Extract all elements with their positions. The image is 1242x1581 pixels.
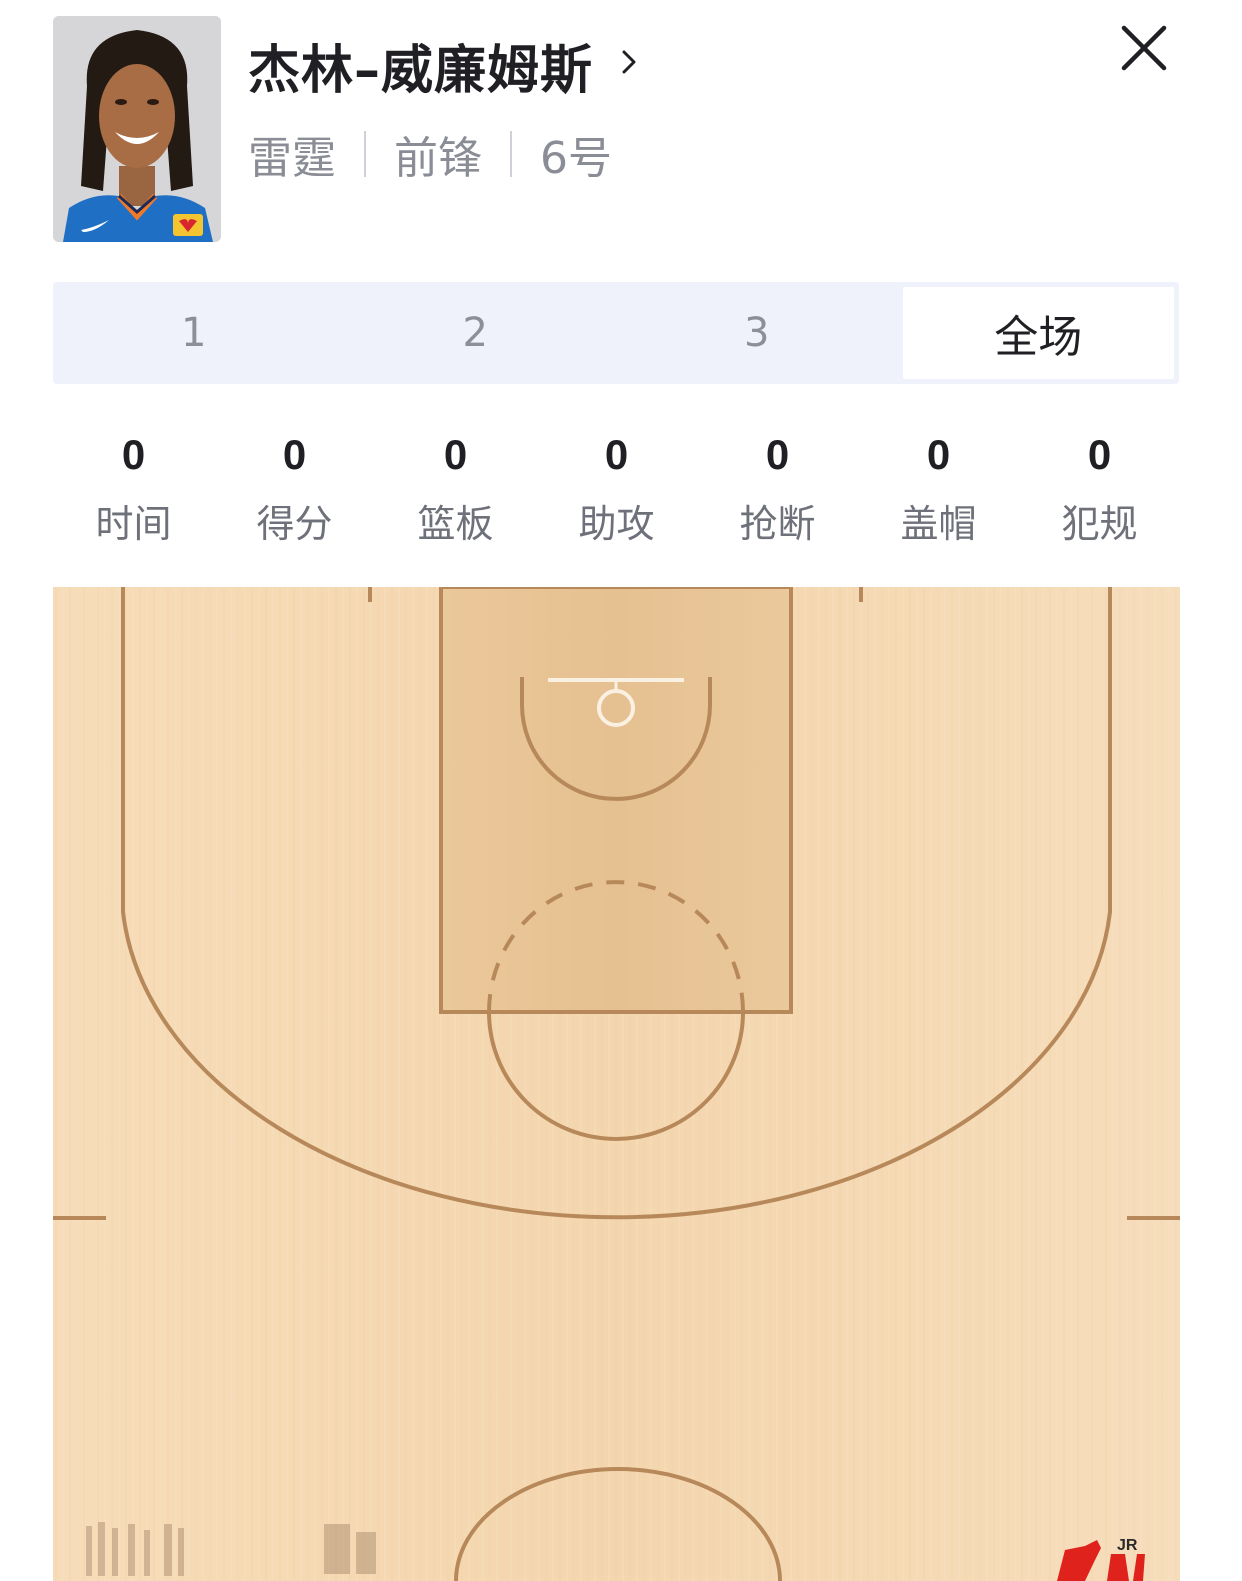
jr-watermark-logo: JR	[1057, 1537, 1145, 1581]
stat-value: 0	[443, 431, 468, 478]
stat-steals: 0 抢断	[697, 425, 858, 548]
close-icon[interactable]	[1118, 22, 1170, 74]
stat-rebounds: 0 篮板	[375, 425, 536, 548]
stat-assists: 0 助攻	[536, 425, 697, 548]
stat-label: 篮板	[417, 502, 494, 546]
stat-label: 盖帽	[900, 502, 977, 546]
stat-value: 0	[282, 431, 307, 478]
jersey-number: 6号	[540, 133, 612, 184]
stat-value: 0	[604, 431, 629, 478]
tab-period-1[interactable]: 1	[58, 287, 330, 379]
stat-value: 0	[926, 431, 951, 478]
team-label: 雷霆	[248, 133, 336, 184]
stat-label: 得分	[256, 502, 333, 546]
stat-fouls: 0 犯规	[1019, 425, 1180, 548]
stat-points: 0 得分	[214, 425, 375, 548]
blurred-overlay	[86, 1522, 376, 1576]
tab-period-3[interactable]: 3	[621, 287, 893, 379]
stat-label: 时间	[95, 502, 172, 546]
svg-text:JR: JR	[1117, 1537, 1138, 1554]
player-name[interactable]: 杰林–威廉姆斯	[248, 28, 593, 103]
stat-blocks: 0 盖帽	[858, 425, 1019, 548]
stat-value: 0	[765, 431, 790, 478]
divider	[510, 131, 512, 177]
stat-time: 0 时间	[53, 425, 214, 548]
player-meta: 雷霆 前锋 6号	[248, 128, 612, 184]
stat-label: 抢断	[739, 502, 816, 546]
stat-value: 0	[121, 431, 146, 478]
tab-period-2[interactable]: 2	[340, 287, 612, 379]
stat-label: 犯规	[1061, 502, 1138, 546]
shot-chart-court	[53, 587, 1180, 1581]
player-avatar	[53, 16, 221, 242]
period-tabs: 1 2 3 全场	[53, 282, 1179, 384]
chevron-right-icon[interactable]	[618, 44, 642, 80]
stat-label: 助攻	[578, 502, 655, 546]
position-label: 前锋	[394, 133, 482, 184]
stats-row: 0 时间 0 得分 0 篮板 0 助攻 0 抢断 0 盖帽 0 犯规	[53, 425, 1179, 555]
divider	[364, 131, 366, 177]
tab-full-game[interactable]: 全场	[902, 287, 1174, 379]
stat-value: 0	[1087, 431, 1112, 478]
